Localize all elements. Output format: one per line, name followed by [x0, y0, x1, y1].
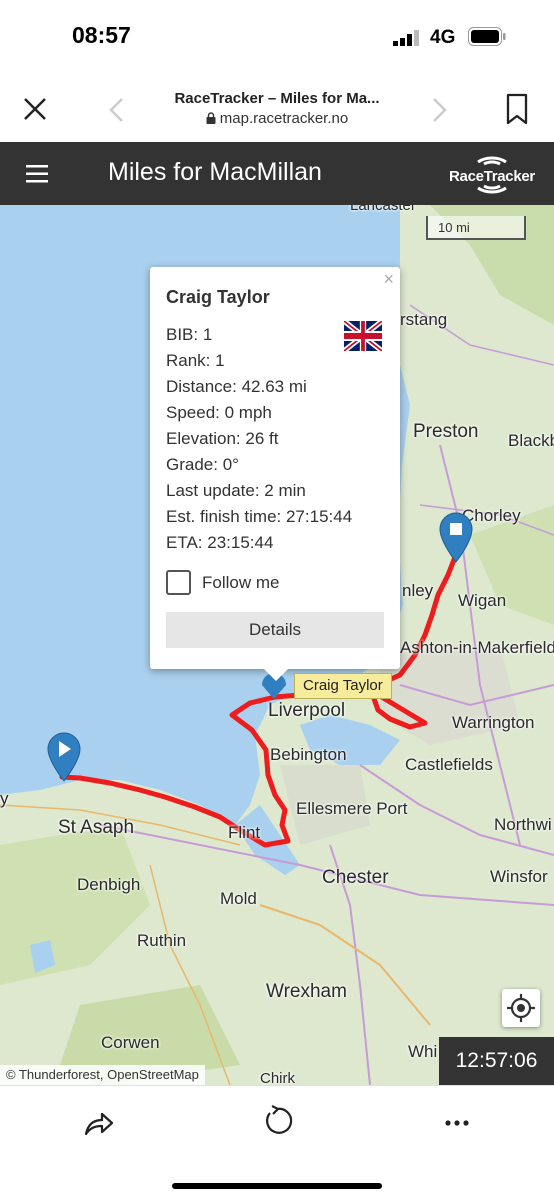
place-lancaster: Lancaster: [350, 205, 416, 214]
race-clock: 12:57:06: [439, 1037, 554, 1085]
status-time: 08:57: [72, 22, 131, 48]
place-blackburn: Blackb: [508, 431, 554, 450]
start-marker-icon[interactable]: [44, 731, 84, 783]
page-url: map.racetracker.no: [140, 110, 414, 127]
place-flint: Flint: [228, 823, 261, 842]
uk-flag-icon: [344, 321, 382, 351]
place-whitchurch: Whi: [408, 1042, 438, 1061]
reload-icon[interactable]: [260, 1104, 294, 1138]
app-header: Miles for MacMillan RaceTracker: [0, 142, 554, 205]
follow-me-checkbox[interactable]: [166, 570, 191, 595]
finish-marker-icon[interactable]: [436, 510, 476, 564]
place-mold: Mold: [220, 889, 257, 908]
bottom-toolbar: [0, 1085, 554, 1200]
battery-icon: [468, 27, 506, 46]
popup-grade: Grade: 0°: [166, 455, 239, 474]
place-ashton: Ashton-in-Makerfield: [400, 638, 554, 657]
popup-distance: Distance: 42.63 mi: [166, 377, 307, 396]
map-scale: 10 mi: [426, 216, 526, 240]
signal-icon: [393, 30, 419, 46]
popup-tip: [262, 667, 290, 681]
place-ellesmere: Ellesmere Port: [296, 799, 408, 818]
racetracker-logo[interactable]: RaceTracker: [446, 148, 538, 200]
map-attribution[interactable]: © Thunderforest, OpenStreetMap: [0, 1065, 205, 1085]
place-chirk: Chirk: [260, 1070, 296, 1085]
follow-me-label[interactable]: Follow me: [202, 573, 279, 593]
locate-button[interactable]: [502, 989, 540, 1027]
page-title: RaceTracker – Miles for Ma...: [174, 90, 380, 107]
place-ruthin: Ruthin: [137, 931, 187, 950]
popup-close-button[interactable]: ×: [383, 269, 394, 290]
popup-bib: BIB: 1: [166, 325, 213, 344]
popup-est-finish: Est. finish time: 27:15:44: [166, 507, 353, 526]
runner-popup: × Craig Taylor BIB: 1 Rank: 1 Distance: …: [150, 267, 400, 681]
crosshair-icon: [507, 994, 535, 1022]
place-denbigh: Denbigh: [77, 875, 141, 894]
place-garstang: rstang: [400, 310, 448, 329]
popup-speed: Speed: 0 mph: [166, 403, 272, 422]
popup-eta: ETA: 23:15:44: [166, 533, 274, 552]
browser-bar: RaceTracker – Miles for Ma... map.racetr…: [0, 70, 554, 142]
map[interactable]: Lancaster rstang Preston Blackb Chorley …: [0, 205, 554, 1085]
hamburger-menu-icon[interactable]: [26, 164, 52, 184]
lock-icon: [206, 112, 216, 124]
url-text: map.racetracker.no: [219, 110, 349, 127]
runner-name: Craig Taylor: [166, 287, 270, 307]
place-ormskirk: nley: [402, 581, 434, 600]
place-preston: Preston: [413, 421, 479, 442]
place-wigan: Wigan: [458, 591, 507, 610]
runner-tooltip: Craig Taylor: [294, 673, 392, 699]
place-corwen: Corwen: [101, 1033, 160, 1052]
popup-last-update: Last update: 2 min: [166, 481, 306, 500]
place-winsford: Winsfor: [490, 867, 548, 886]
place-wrexham: Wrexham: [266, 981, 347, 1002]
home-indicator: [172, 1183, 382, 1189]
place-liverpool: Liverpool: [268, 700, 346, 721]
back-arrow-icon[interactable]: [104, 96, 132, 124]
place-chester: Chester: [322, 867, 389, 888]
more-icon[interactable]: [440, 1106, 474, 1140]
forward-arrow-icon[interactable]: [424, 96, 452, 124]
bookmark-icon[interactable]: [503, 92, 531, 126]
details-button[interactable]: Details: [166, 612, 384, 648]
place-warrington: Warrington: [452, 713, 535, 732]
app-title: Miles for MacMillan: [108, 158, 322, 186]
status-bar: 08:57 4G: [0, 0, 554, 70]
popup-elevation: Elevation: 26 ft: [166, 429, 279, 448]
place-rhyl-fragment: y: [0, 789, 9, 808]
place-bebington: Bebington: [270, 745, 347, 764]
place-northwich: Northwi: [494, 815, 552, 834]
place-castlefields: Castlefields: [405, 755, 493, 774]
share-icon[interactable]: [82, 1106, 116, 1140]
place-st-asaph: St Asaph: [58, 817, 135, 838]
popup-rank: Rank: 1: [166, 351, 225, 370]
close-icon[interactable]: [20, 94, 50, 124]
network-label: 4G: [430, 27, 456, 48]
logo-text: RaceTracker: [449, 168, 535, 185]
